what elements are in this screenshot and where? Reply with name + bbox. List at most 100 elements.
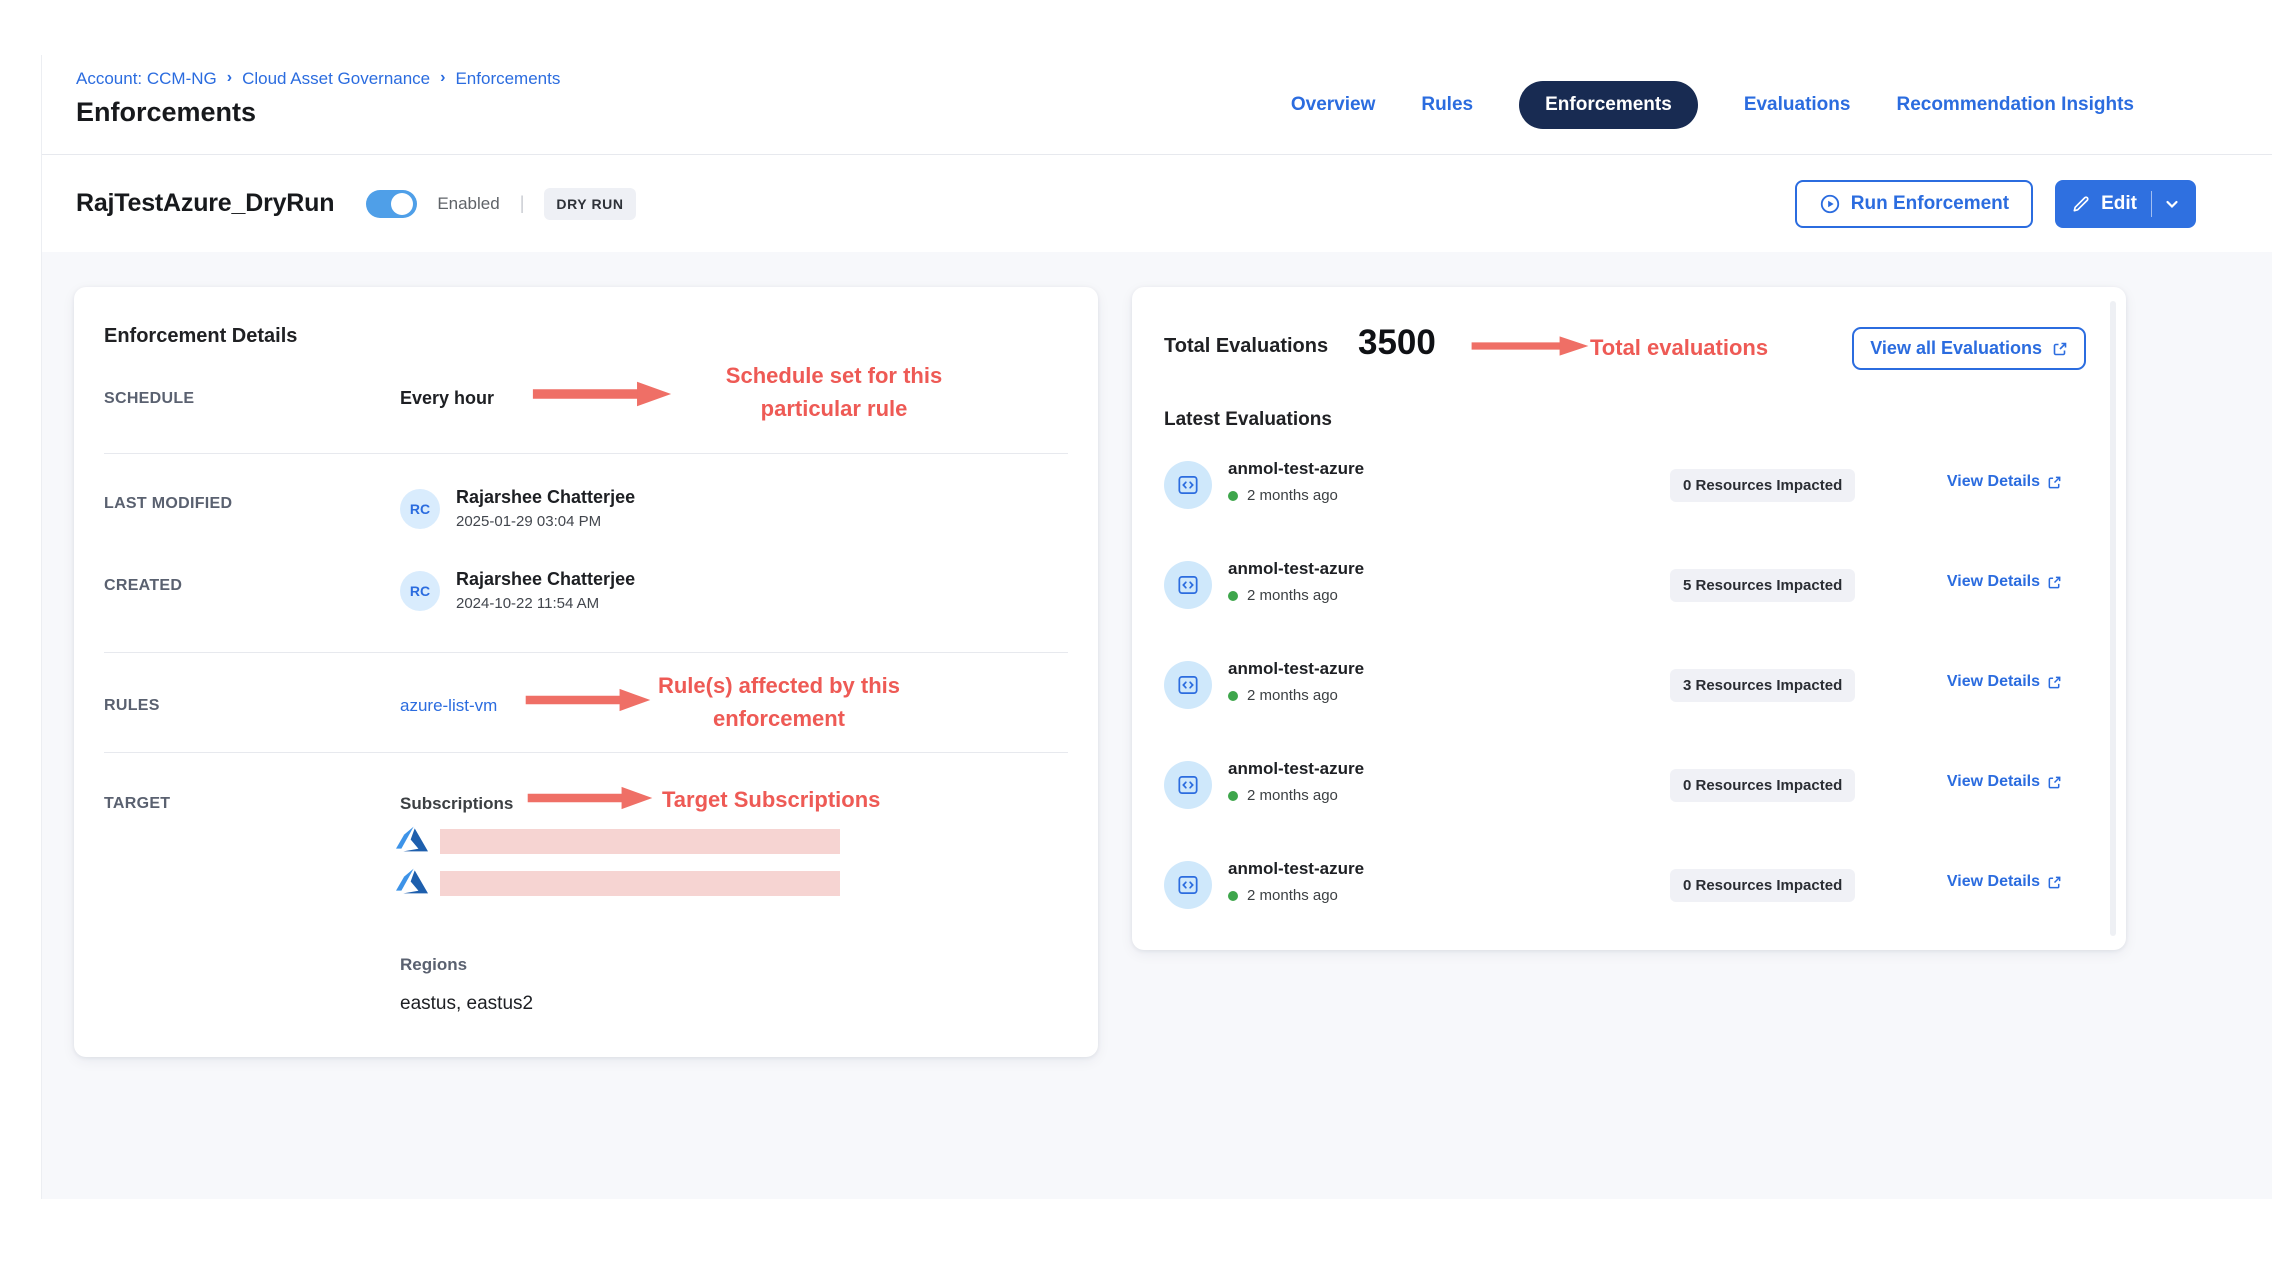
- status-dot: [1228, 791, 1238, 801]
- run-enforcement-button[interactable]: Run Enforcement: [1795, 180, 2033, 228]
- enabled-toggle[interactable]: [366, 190, 417, 218]
- annotation-arrow: [526, 783, 654, 813]
- external-link-icon: [2047, 875, 2062, 890]
- edit-button[interactable]: Edit: [2055, 180, 2196, 228]
- evaluation-row: anmol-test-azure 2 months ago 0 Resource…: [1132, 455, 2126, 539]
- view-details-link[interactable]: View Details: [1947, 473, 2062, 491]
- enforcement-details-card: Enforcement Details SCHEDULE Every hour …: [74, 287, 1098, 1057]
- view-details-label: View Details: [1947, 573, 2040, 591]
- edit-label: Edit: [2101, 193, 2137, 215]
- divider: [104, 652, 1068, 653]
- page-title: Enforcements: [76, 97, 256, 128]
- evaluation-name: anmol-test-azure: [1228, 459, 1364, 479]
- view-all-evaluations-label: View all Evaluations: [1870, 338, 2042, 359]
- redacted-subscription: [440, 829, 840, 854]
- view-details-label: View Details: [1947, 673, 2040, 691]
- chevron-down-icon[interactable]: [2164, 196, 2180, 212]
- view-details-label: View Details: [1947, 773, 2040, 791]
- view-details-link[interactable]: View Details: [1947, 673, 2062, 691]
- annotation-arrow: [524, 685, 652, 715]
- resources-impacted-badge: 5 Resources Impacted: [1670, 569, 1855, 602]
- evaluation-icon: [1164, 661, 1212, 709]
- evaluation-icon: [1164, 861, 1212, 909]
- play-icon: [1819, 193, 1841, 215]
- view-details-link[interactable]: View Details: [1947, 773, 2062, 791]
- view-details-link[interactable]: View Details: [1947, 873, 2062, 891]
- enabled-label: Enabled: [437, 194, 499, 214]
- evaluation-time: 2 months ago: [1247, 787, 1338, 804]
- evaluation-time: 2 months ago: [1247, 887, 1338, 904]
- view-details-label: View Details: [1947, 473, 2040, 491]
- view-details-label: View Details: [1947, 873, 2040, 891]
- created-date: 2024-10-22 11:54 AM: [456, 595, 599, 612]
- azure-icon: [396, 823, 428, 860]
- status-dot: [1228, 491, 1238, 501]
- rules-annotation: Rule(s) affected by this enforcement: [634, 669, 924, 735]
- enforcement-subheader: RajTestAzure_DryRun Enabled | DRY RUN Ru…: [42, 155, 2272, 252]
- status-dot: [1228, 891, 1238, 901]
- divider: |: [520, 193, 525, 214]
- total-annotation: Total evaluations: [1590, 331, 1768, 364]
- evaluations-card: Total Evaluations 3500 Total evaluations…: [1132, 287, 2126, 950]
- evaluation-time: 2 months ago: [1247, 687, 1338, 704]
- dry-run-badge: DRY RUN: [544, 188, 635, 220]
- details-card-title: Enforcement Details: [104, 325, 297, 348]
- evaluations-scrollbar[interactable]: [2110, 301, 2116, 936]
- rules-label: RULES: [104, 697, 160, 715]
- divider: [104, 453, 1068, 454]
- total-evaluations-label: Total Evaluations: [1164, 335, 1328, 358]
- breadcrumb: Account: CCM-NG › Cloud Asset Governance…: [76, 69, 560, 89]
- nav-tabs: Overview Rules Enforcements Evaluations …: [1291, 55, 2134, 155]
- redacted-subscription: [440, 871, 840, 896]
- view-all-evaluations-button[interactable]: View all Evaluations: [1852, 327, 2086, 370]
- evaluation-name: anmol-test-azure: [1228, 859, 1364, 879]
- evaluation-icon: [1164, 761, 1212, 809]
- run-enforcement-label: Run Enforcement: [1851, 193, 2009, 215]
- tab-enforcements[interactable]: Enforcements: [1519, 81, 1698, 129]
- created-label: CREATED: [104, 577, 182, 595]
- last-modified-date: 2025-01-29 03:04 PM: [456, 513, 601, 530]
- view-details-link[interactable]: View Details: [1947, 573, 2062, 591]
- tab-evaluations[interactable]: Evaluations: [1744, 94, 1851, 116]
- schedule-label: SCHEDULE: [104, 390, 194, 408]
- divider: [104, 752, 1068, 753]
- created-name: Rajarshee Chatterjee: [456, 569, 635, 590]
- evaluation-row: anmol-test-azure 2 months ago 0 Resource…: [1132, 855, 2126, 939]
- resources-impacted-badge: 0 Resources Impacted: [1670, 869, 1855, 902]
- evaluation-time: 2 months ago: [1247, 587, 1338, 604]
- toggle-knob: [391, 193, 413, 215]
- annotation-arrow: [1470, 333, 1590, 359]
- evaluation-name: anmol-test-azure: [1228, 559, 1364, 579]
- avatar: RC: [400, 489, 440, 529]
- breadcrumb-account[interactable]: Account: CCM-NG: [76, 69, 217, 89]
- status-dot: [1228, 591, 1238, 601]
- tab-recommendation-insights[interactable]: Recommendation Insights: [1896, 94, 2134, 116]
- azure-icon: [396, 865, 428, 902]
- breadcrumb-enforcements[interactable]: Enforcements: [455, 69, 560, 89]
- annotation-arrow: [531, 379, 673, 409]
- external-link-icon: [2047, 475, 2062, 490]
- rule-link-azure-list-vm[interactable]: azure-list-vm: [400, 696, 497, 716]
- schedule-value: Every hour: [400, 388, 494, 409]
- regions-label: Regions: [400, 955, 467, 975]
- avatar: RC: [400, 571, 440, 611]
- external-link-icon: [2047, 675, 2062, 690]
- target-annotation: Target Subscriptions: [662, 783, 880, 816]
- evaluation-name: anmol-test-azure: [1228, 659, 1364, 679]
- tab-overview[interactable]: Overview: [1291, 94, 1376, 116]
- regions-value: eastus, eastus2: [400, 993, 533, 1015]
- target-label: TARGET: [104, 795, 170, 813]
- evaluation-name: anmol-test-azure: [1228, 759, 1364, 779]
- evaluation-row: anmol-test-azure 2 months ago 0 Resource…: [1132, 755, 2126, 839]
- tab-rules[interactable]: Rules: [1421, 94, 1473, 116]
- total-evaluations-value: 3500: [1358, 323, 1436, 363]
- page-header: Account: CCM-NG › Cloud Asset Governance…: [42, 55, 2272, 155]
- chevron-right-icon: ›: [440, 69, 445, 87]
- pencil-icon: [2071, 194, 2091, 214]
- external-link-icon: [2047, 775, 2062, 790]
- breadcrumb-cloud-asset-governance[interactable]: Cloud Asset Governance: [242, 69, 430, 89]
- app-shell: Account: CCM-NG › Cloud Asset Governance…: [41, 55, 2272, 1199]
- latest-evaluations-label: Latest Evaluations: [1164, 409, 1332, 431]
- schedule-annotation: Schedule set for this particular rule: [674, 359, 994, 425]
- divider: [2151, 191, 2152, 217]
